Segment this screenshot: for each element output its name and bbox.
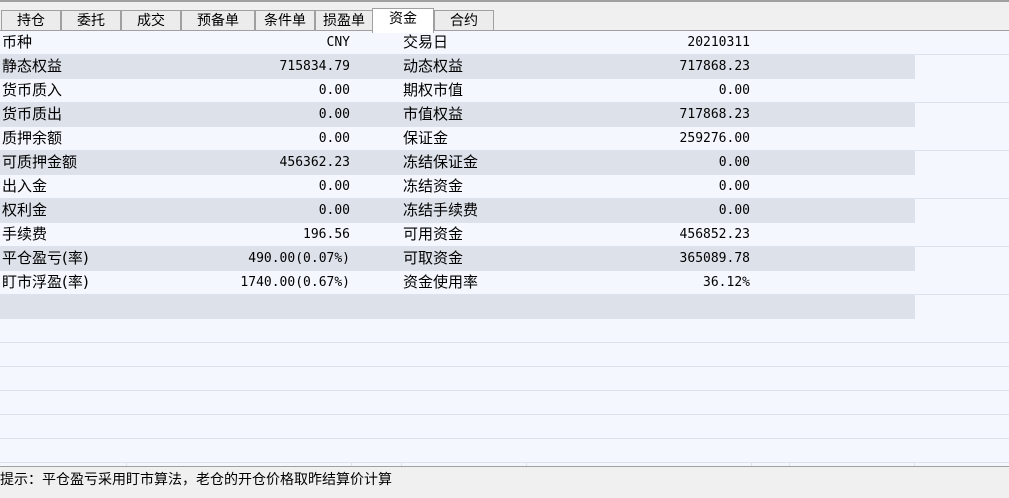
- field-value: 0.00: [718, 155, 750, 170]
- empty-row: [0, 439, 1009, 463]
- field-label: 盯市浮盈(率): [2, 273, 89, 291]
- field-value: 490.00(0.07%): [248, 251, 350, 266]
- funds-table: 币种 CNY 交易日 20210311 静态权益 715834.79 动态权益 …: [0, 31, 1009, 466]
- empty-row: [0, 295, 914, 319]
- field-value: 456852.23: [679, 227, 750, 242]
- field-value: 456362.23: [279, 155, 350, 170]
- field-label: 出入金: [2, 177, 48, 195]
- empty-row: [0, 415, 1009, 439]
- table-row[interactable]: 盯市浮盈(率) 1740.00(0.67%) 资金使用率 36.12%: [0, 271, 1009, 295]
- field-value: 0.00: [318, 203, 350, 218]
- field-value: 0.00: [318, 131, 350, 146]
- tab-funds[interactable]: 资金: [372, 8, 434, 33]
- table-row[interactable]: 出入金 0.00 冻结资金 0.00: [0, 175, 1009, 199]
- field-value: 0.00: [718, 203, 750, 218]
- empty-row: [0, 343, 1009, 367]
- tab-trades[interactable]: 成交: [121, 10, 181, 32]
- field-value: 717868.23: [679, 59, 750, 74]
- tab-baseline: [0, 30, 1009, 31]
- field-label: 期权市值: [403, 81, 464, 99]
- field-label: 手续费: [2, 225, 48, 243]
- table-row[interactable]: 平仓盈亏(率) 490.00(0.07%) 可取资金 365089.78: [0, 247, 914, 271]
- field-label: 币种: [2, 33, 33, 51]
- table-row[interactable]: 静态权益 715834.79 动态权益 717868.23: [0, 55, 914, 79]
- field-label: 货币质出: [2, 105, 63, 123]
- tab-preorders[interactable]: 预备单: [181, 10, 255, 32]
- empty-row: [0, 391, 1009, 415]
- table-row[interactable]: 手续费 196.56 可用资金 456852.23: [0, 223, 1009, 247]
- table-row[interactable]: 可质押金额 456362.23 冻结保证金 0.00: [0, 151, 914, 175]
- tab-stop-profit-orders[interactable]: 损盈单: [315, 10, 373, 32]
- empty-row: [0, 367, 1009, 391]
- field-label: 资金使用率: [403, 273, 479, 291]
- table-row[interactable]: 货币质出 0.00 市值权益 717868.23: [0, 103, 914, 127]
- field-label: 可取资金: [403, 249, 464, 267]
- field-value: 0.00: [718, 83, 750, 98]
- field-label: 冻结保证金: [403, 153, 479, 171]
- field-value: 715834.79: [279, 59, 350, 74]
- tab-positions[interactable]: 持仓: [1, 10, 61, 32]
- table-row[interactable]: 质押余额 0.00 保证金 259276.00: [0, 127, 1009, 151]
- field-value: 365089.78: [679, 251, 750, 266]
- field-label: 权利金: [2, 201, 48, 219]
- tab-conditional-orders[interactable]: 条件单: [255, 10, 315, 32]
- field-label: 货币质入: [2, 81, 63, 99]
- empty-row: [0, 319, 1009, 343]
- field-label: 平仓盈亏(率): [2, 249, 89, 267]
- field-value: 717868.23: [679, 107, 750, 122]
- field-value: 36.12%: [703, 275, 750, 290]
- field-value: 20210311: [687, 35, 750, 50]
- field-value: CNY: [326, 35, 350, 50]
- field-label: 交易日: [403, 33, 449, 51]
- field-label: 静态权益: [2, 57, 63, 75]
- tab-orders[interactable]: 委托: [61, 10, 121, 32]
- table-row[interactable]: 币种 CNY 交易日 20210311: [0, 31, 1009, 55]
- field-label: 动态权益: [403, 57, 464, 75]
- field-label: 冻结资金: [403, 177, 464, 195]
- field-label: 冻结手续费: [403, 201, 479, 219]
- field-value: 196.56: [303, 227, 350, 242]
- status-hint-text: 提示：平仓盈亏采用盯市算法，老仓的开仓价格取昨结算价计算: [0, 472, 392, 488]
- tab-bar: 持仓 委托 成交 预备单 条件单 损盈单 资金 合约: [0, 0, 1009, 33]
- field-label: 市值权益: [403, 105, 464, 123]
- status-bar: 提示：平仓盈亏采用盯市算法，老仓的开仓价格取昨结算价计算: [0, 466, 1009, 498]
- field-value: 259276.00: [679, 131, 750, 146]
- table-row[interactable]: 货币质入 0.00 期权市值 0.00: [0, 79, 1009, 103]
- field-value: 1740.00(0.67%): [240, 275, 350, 290]
- field-label: 质押余额: [2, 129, 63, 147]
- tab-contracts[interactable]: 合约: [434, 10, 494, 32]
- field-value: 0.00: [718, 179, 750, 194]
- field-label: 保证金: [403, 129, 449, 147]
- field-label: 可质押金额: [2, 153, 78, 171]
- table-row[interactable]: 权利金 0.00 冻结手续费 0.00: [0, 199, 914, 223]
- field-value: 0.00: [318, 107, 350, 122]
- field-value: 0.00: [318, 83, 350, 98]
- field-value: 0.00: [318, 179, 350, 194]
- field-label: 可用资金: [403, 225, 464, 243]
